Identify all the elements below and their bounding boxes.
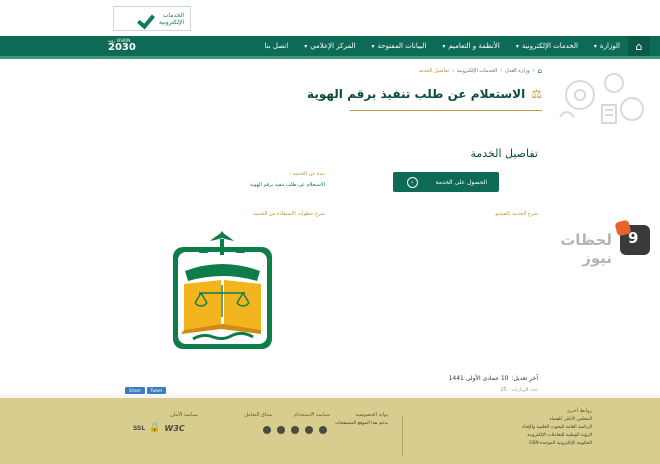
nav-item-regulations[interactable]: الأنظمة و التعاميم ▾ xyxy=(434,42,508,50)
about-service-label: نبذة عن الخدمة : xyxy=(289,171,325,177)
visits-count: عدد الزيارات : 25 xyxy=(500,387,538,393)
chevron-down-icon: ▾ xyxy=(515,42,519,50)
page-header: ⌂ › وزارة العدل › الخدمات الإلكترونية › … xyxy=(0,59,660,131)
breadcrumb-current: تفاصيل الخدمة xyxy=(418,68,450,74)
footer-divider xyxy=(402,416,403,456)
footer-usage: سياسة الاستخدام xyxy=(294,412,330,421)
chevron-down-icon: ▾ xyxy=(304,42,308,50)
watermark-logo: لحظات نيوز 9 xyxy=(538,221,656,267)
title-underline xyxy=(350,110,542,111)
logo-text-line1: الخدمات xyxy=(162,11,184,19)
footer-security: سياسة الأمان xyxy=(170,412,198,421)
checkmark-logo-icon xyxy=(138,11,154,27)
nav-item-ministry[interactable]: الوزارة ▾ xyxy=(586,42,628,50)
footer-link[interactable]: المجلس الأعلى للقضاء xyxy=(522,417,592,422)
footer-security-heading[interactable]: سياسة الأمان xyxy=(170,412,198,418)
chevron-left-icon: ‹ xyxy=(406,176,418,188)
watermark-badge-icon: 9 xyxy=(620,225,650,255)
footer-link[interactable]: الرئاسة العامة للبحوث العلمية والإفتاء xyxy=(522,425,592,430)
share-button[interactable]: Share xyxy=(125,387,145,394)
breadcrumb-item[interactable]: الخدمات الإلكترونية xyxy=(457,68,497,74)
page: { "brand": { "eservices_line1": "الخدمات… xyxy=(0,0,660,464)
footer-link[interactable]: الرؤية الوطنية للتعاملات الإلكترونية xyxy=(522,433,592,438)
nav-item-contact[interactable]: اتصل بنا xyxy=(257,42,297,50)
w3c-badge: W3C xyxy=(164,423,185,433)
main-nav: ⌂ الوزارة ▾ الخدمات الإلكترونية ▾ الأنظمة … xyxy=(0,36,660,56)
video-explanation-label[interactable]: شرح الخدمة بالفيديو xyxy=(495,211,538,217)
scales-of-justice-icon: ⚖ xyxy=(531,87,542,101)
nav-item-media-center[interactable]: المركز الإعلامي ▾ xyxy=(296,42,363,50)
browser-icon xyxy=(305,426,313,434)
footer-access: ميثاق التعامل xyxy=(244,412,272,421)
page-title: ⚖ الاستعلام عن طلب تنفيذ برقم الهوية xyxy=(307,87,542,101)
share-buttons: Share Tweet xyxy=(125,387,167,394)
chevron-down-icon: ▾ xyxy=(593,42,597,50)
browser-icon xyxy=(263,426,271,434)
last-update-value: 10 جمادى الأولى 1441 xyxy=(448,375,509,382)
ministry-of-justice-emblem-icon xyxy=(173,231,272,349)
footer-access-heading[interactable]: ميثاق التعامل xyxy=(244,412,272,418)
last-update: آخر تعديل: 10 جمادى الأولى 1441 xyxy=(449,375,538,382)
footer-link[interactable]: الحكومة الإلكترونية الموحدة GSN xyxy=(522,441,592,446)
nav-item-eservices[interactable]: الخدمات الإلكترونية ▾ xyxy=(508,42,586,50)
footer-portal: بوابة الخصوصية يدعم هذا الموقع المتصفحات xyxy=(335,412,388,429)
chevron-down-icon: ▾ xyxy=(442,42,446,50)
eservices-logo[interactable]: الخدمات الإلكترونية xyxy=(113,6,191,31)
service-details: تفاصيل الخدمة الحصول على الخدمة ‹ نبذة ع… xyxy=(0,131,660,395)
footer-links: روابط أخرى المجلس الأعلى للقضاء الرئاسة … xyxy=(522,408,592,449)
chevron-down-icon: ▾ xyxy=(371,42,375,50)
last-update-label: آخر تعديل: xyxy=(511,375,538,382)
browser-icon xyxy=(277,426,285,434)
nav-item-open-data[interactable]: البيانات المفتوحة ▾ xyxy=(363,42,434,50)
logo-text-line2: الإلكترونية xyxy=(159,18,184,26)
breadcrumb-item[interactable]: وزارة العدل xyxy=(505,68,529,74)
home-icon[interactable]: ⌂ xyxy=(628,36,650,56)
gears-illustration-icon xyxy=(559,73,644,124)
browser-icons xyxy=(263,426,327,434)
footer-portal-heading[interactable]: بوابة الخصوصية xyxy=(335,412,388,418)
breadcrumb-separator: › xyxy=(500,68,503,74)
footer-links-heading: روابط أخرى xyxy=(566,408,592,414)
footer: روابط أخرى المجلس الأعلى للقضاء الرئاسة … xyxy=(0,398,660,464)
footer-portal-text: يدعم هذا الموقع المتصفحات xyxy=(335,421,388,426)
ssl-badge: SSL xyxy=(133,424,146,432)
steps-explanation-label[interactable]: شرح خطوات الاستفادة من الخدمة xyxy=(253,211,325,217)
home-icon[interactable]: ⌂ xyxy=(538,67,542,75)
footer-usage-heading[interactable]: سياسة الاستخدام xyxy=(294,412,330,418)
vision-2030-logo[interactable]: رؤية VISION 2030 xyxy=(108,38,136,54)
section-title: تفاصيل الخدمة xyxy=(470,147,538,160)
breadcrumb-separator: › xyxy=(452,68,455,74)
watermark-text: لحظات نيوز xyxy=(560,231,612,267)
security-badges: SSL 🔒 W3C xyxy=(133,423,185,433)
breadcrumb: ⌂ › وزارة العدل › الخدمات الإلكترونية › … xyxy=(418,67,542,75)
breadcrumb-separator: › xyxy=(532,68,535,74)
tweet-button[interactable]: Tweet xyxy=(146,387,167,394)
about-service-value: الاستعلام عن طلب تنفيذ برقم الهوية xyxy=(249,182,325,188)
lock-icon: 🔒 xyxy=(149,423,161,433)
browser-icon xyxy=(291,426,299,434)
top-bar: الخدمات الإلكترونية xyxy=(0,0,660,36)
get-service-button[interactable]: الحصول على الخدمة ‹ xyxy=(393,172,499,192)
browser-icon xyxy=(319,426,327,434)
